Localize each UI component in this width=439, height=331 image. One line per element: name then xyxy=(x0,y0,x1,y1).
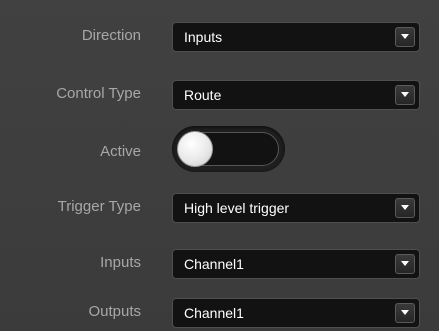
chevron-down-icon xyxy=(401,310,409,315)
inputs-select-value: Channel1 xyxy=(184,256,244,272)
chevron-down-icon xyxy=(401,92,409,97)
control-type-select[interactable]: Route xyxy=(172,80,420,110)
trigger-type-row: Trigger Type High level trigger xyxy=(0,189,439,225)
trigger-type-label: Trigger Type xyxy=(57,198,141,215)
direction-dropdown-button[interactable] xyxy=(395,27,415,47)
settings-panel: Direction Inputs Control Type Route Acti… xyxy=(0,0,439,331)
inputs-row: Inputs Channel1 xyxy=(0,245,439,281)
control-type-select-value: Route xyxy=(184,87,222,103)
outputs-row: Outputs Channel1 xyxy=(0,294,439,330)
chevron-down-icon xyxy=(401,261,409,266)
control-type-label: Control Type xyxy=(56,85,141,102)
trigger-type-dropdown-button[interactable] xyxy=(395,198,415,218)
inputs-label: Inputs xyxy=(100,254,141,271)
active-toggle-knob[interactable] xyxy=(177,131,213,167)
outputs-select[interactable]: Channel1 xyxy=(172,298,420,328)
outputs-label: Outputs xyxy=(88,303,141,320)
direction-label: Direction xyxy=(81,27,141,44)
chevron-down-icon xyxy=(401,205,409,210)
active-toggle[interactable] xyxy=(172,126,285,172)
outputs-dropdown-button[interactable] xyxy=(395,303,415,323)
inputs-select[interactable]: Channel1 xyxy=(172,249,420,279)
outputs-select-value: Channel1 xyxy=(184,305,244,321)
control-type-row: Control Type Route xyxy=(0,76,439,112)
inputs-dropdown-button[interactable] xyxy=(395,254,415,274)
control-type-dropdown-button[interactable] xyxy=(395,85,415,105)
direction-select-value: Inputs xyxy=(184,29,223,45)
direction-row: Direction Inputs xyxy=(0,18,439,54)
trigger-type-select[interactable]: High level trigger xyxy=(172,193,420,223)
direction-select[interactable]: Inputs xyxy=(172,22,420,52)
active-row: Active xyxy=(0,126,439,172)
chevron-down-icon xyxy=(401,34,409,39)
active-label: Active xyxy=(100,143,141,160)
trigger-type-select-value: High level trigger xyxy=(184,200,290,216)
